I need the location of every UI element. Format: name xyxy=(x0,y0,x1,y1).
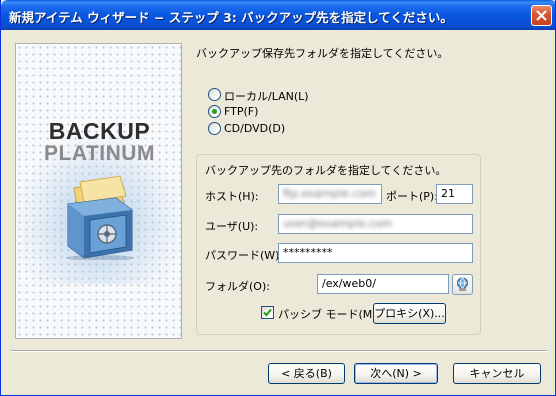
user-field[interactable]: user@example.com xyxy=(278,214,473,234)
close-icon xyxy=(536,10,547,21)
footer-separator xyxy=(11,350,547,352)
page-heading: バックアップ保存先フォルダを指定してください。 xyxy=(196,47,449,60)
radio-cd-dvd[interactable] xyxy=(208,122,221,135)
branding-panel: BACKUP PLATINUM xyxy=(15,43,182,339)
ftp-group-caption: バックアップ先のフォルダを指定してください。 xyxy=(205,164,447,177)
radio-local-lan[interactable] xyxy=(208,88,221,101)
radio-ftp-label[interactable]: FTP(F) xyxy=(224,105,258,118)
port-field-value: 21 xyxy=(441,187,455,200)
logo-line-backup: BACKUP xyxy=(48,118,151,144)
folder-browse-icon xyxy=(457,277,468,291)
logo-line-platinum: PLATINUM xyxy=(44,142,155,165)
safe-illustration xyxy=(66,175,134,260)
user-label: ユーザ(U): xyxy=(205,220,259,233)
passive-mode-checkbox[interactable] xyxy=(261,306,274,319)
next-button[interactable]: 次へ(N) > xyxy=(354,363,438,384)
back-button[interactable]: < 戻る(B) xyxy=(268,363,345,384)
port-field[interactable]: 21 xyxy=(436,184,473,204)
password-field-value: ********* xyxy=(283,246,333,259)
folder-field-value: /ex/web0/ xyxy=(322,277,376,290)
password-field[interactable]: ********* xyxy=(278,243,473,263)
close-button[interactable] xyxy=(531,5,552,26)
browse-folder-button[interactable] xyxy=(452,274,473,295)
folder-field[interactable]: /ex/web0/ xyxy=(317,274,449,294)
host-field[interactable]: ftp.example.com xyxy=(278,184,382,204)
user-field-value: user@example.com xyxy=(283,217,393,230)
password-label: パスワード(W): xyxy=(205,249,284,262)
port-label: ポート(P): xyxy=(386,190,438,203)
radio-ftp[interactable] xyxy=(208,105,221,118)
cancel-button[interactable]: キャンセル xyxy=(453,363,541,384)
radio-cd-dvd-label[interactable]: CD/DVD(D) xyxy=(224,122,285,135)
host-field-value: ftp.example.com xyxy=(283,187,376,200)
passive-mode-label[interactable]: パッシブ モード(M) xyxy=(278,306,377,322)
title-bar[interactable]: 新規アイテム ウィザード − ステップ 3: バックアップ先を指定してください。 xyxy=(1,0,555,30)
wizard-window: 新規アイテム ウィザード − ステップ 3: バックアップ先を指定してください。… xyxy=(0,0,556,396)
proxy-button[interactable]: プロキシ(X)... xyxy=(373,303,446,324)
window-title: 新規アイテム ウィザード − ステップ 3: バックアップ先を指定してください。 xyxy=(9,10,453,25)
radio-local-lan-label[interactable]: ローカル/LAN(L) xyxy=(224,88,309,104)
checkmark-icon xyxy=(263,308,272,317)
folder-label: フォルダ(O): xyxy=(205,280,270,293)
host-label: ホスト(H): xyxy=(205,190,259,203)
